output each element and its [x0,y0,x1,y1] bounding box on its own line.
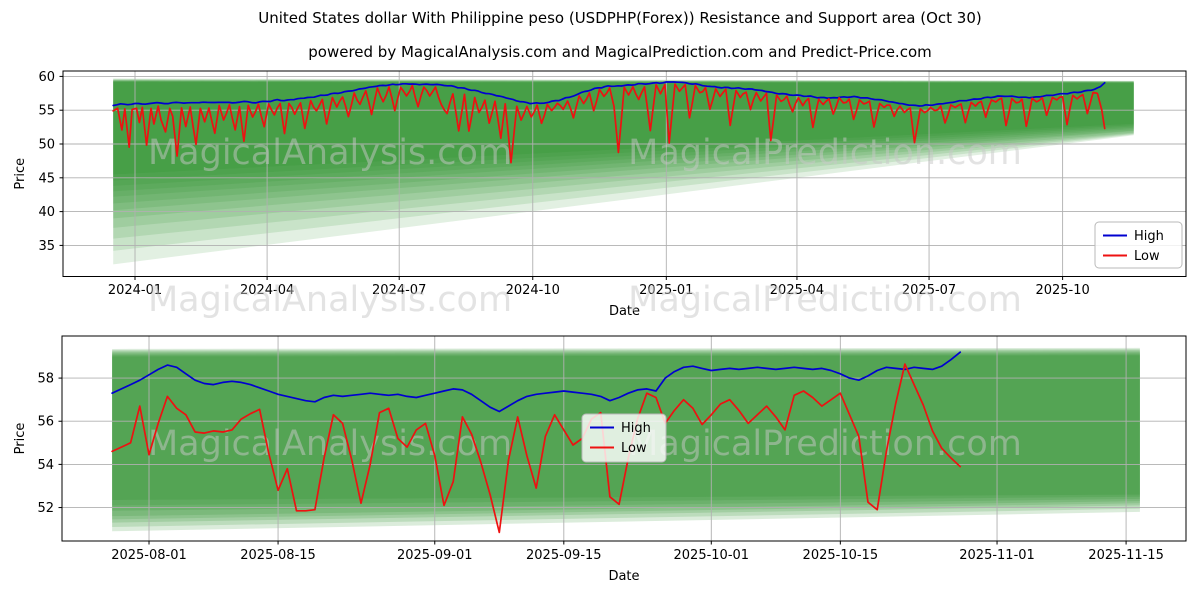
y-tick-label: 35 [38,239,55,254]
y-tick-label: 50 [38,138,55,153]
x-tick-label: 2025-10 [1035,283,1089,298]
y-tick-label: 54 [37,458,54,473]
y-tick-label: 55 [38,104,55,119]
x-axis-label: Date [608,569,639,584]
figure-svg: MagicalAnalysis.com MagicalPrediction.com… [0,0,1200,600]
y-tick-label: 52 [37,501,54,516]
y-tick-label: 56 [37,415,54,430]
legend-label-low: Low [1134,249,1160,264]
x-tick-label: 2025-09-15 [526,548,602,563]
band-wedge [113,82,1134,264]
watermark-text: MagicalPrediction.com [628,280,1022,320]
watermark-text: MagicalAnalysis.com [148,133,512,173]
plot-area: MagicalAnalysis.com MagicalPrediction.com [63,71,1186,277]
y-tick-label: 58 [37,372,54,387]
x-tick-label: 2025-10-15 [803,548,879,563]
x-tick-label: 2025-10-01 [674,548,750,563]
x-tick-label: 2024-10 [506,283,560,298]
y-tick-label: 60 [38,70,55,85]
y-tick-label: 45 [38,171,55,186]
x-tick-label: 2025-08-15 [240,548,316,563]
x-tick-label: 2025-11-01 [959,548,1035,563]
watermark-text: MagicalPrediction.com [628,133,1022,173]
figure: United States dollar With Philippine pes… [0,0,1200,600]
watermark-text: MagicalAnalysis.com [148,280,512,320]
legend-label-high: High [621,421,651,436]
y-tick-label: 40 [38,205,55,220]
legend: High Low [582,414,666,462]
top-chart: MagicalAnalysis.com MagicalPrediction.com… [13,70,1186,320]
x-tick-label: 2025-08-01 [111,548,187,563]
x-tick-label: 2025-09-01 [397,548,473,563]
legend-label-low: Low [621,441,647,456]
y-axis-label: Price [13,423,28,455]
watermark-text: MagicalPrediction.com [628,424,1022,464]
y-axis-label: Price [13,158,28,190]
x-tick-label: 2025-11-15 [1088,548,1164,563]
legend-label-high: High [1134,229,1164,244]
legend: High Low [1095,222,1182,268]
bottom-chart: MagicalAnalysis.comMagicalPrediction.com… [13,336,1186,584]
